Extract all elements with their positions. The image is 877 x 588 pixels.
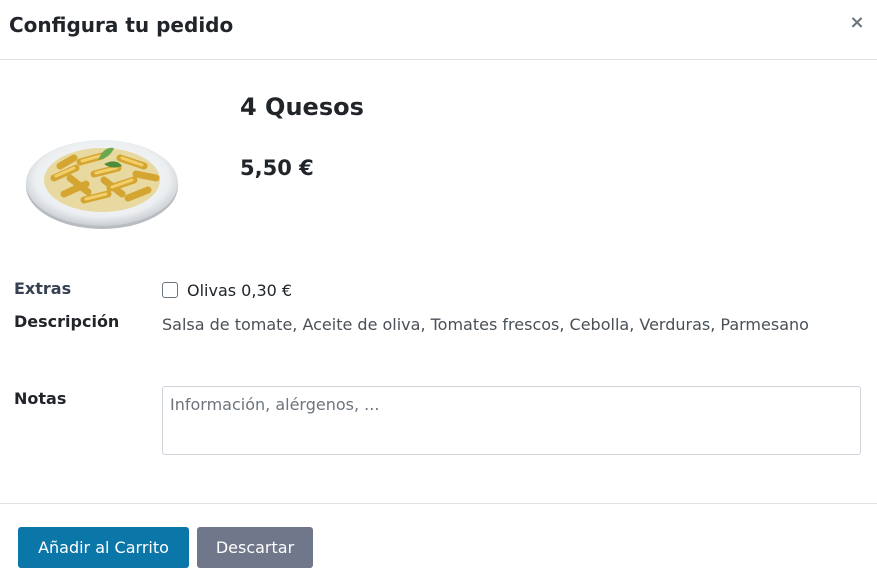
modal-header: Configura tu pedido × [0,0,877,60]
description-text: Salsa de tomate, Aceite de oliva, Tomate… [162,315,809,334]
pasta-plate-image [24,128,180,232]
extras-label: Extras [14,279,72,298]
modal-title: Configura tu pedido [9,13,234,37]
add-to-cart-button[interactable]: Añadir al Carrito [18,527,189,568]
product-price: 5,50 € [240,156,314,180]
discard-button[interactable]: Descartar [197,527,313,568]
close-icon[interactable]: × [847,12,867,34]
olivas-checkbox[interactable] [162,282,178,298]
extra-option-olivas[interactable]: Olivas 0,30 € [162,279,292,301]
description-label: Descripción [14,312,120,331]
modal-footer: Añadir al Carrito Descartar [0,503,877,588]
notes-label: Notas [14,389,67,408]
notes-input[interactable] [162,386,861,455]
extra-option-label: Olivas 0,30 € [187,280,293,300]
product-name: 4 Quesos [240,93,364,121]
